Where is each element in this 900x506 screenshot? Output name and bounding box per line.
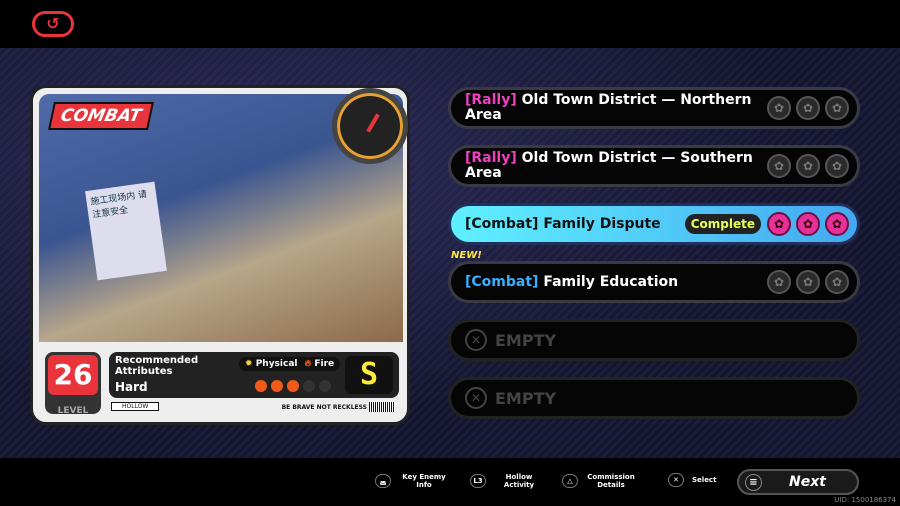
commission-tag: [Rally] <box>465 150 517 166</box>
attribute-physical: Physical <box>255 359 298 369</box>
reward-medal-icon: ✿ <box>767 154 791 178</box>
hint-2[interactable]: △ Commission Details <box>562 473 636 489</box>
difficulty-dot <box>319 380 331 392</box>
physical-icon: ✹ <box>245 359 253 369</box>
level-badge: 26 LEVEL <box>45 352 101 416</box>
attributes: ✹ Physical 🔥︎ Fire <box>239 357 341 371</box>
reward-medal-icon: ✿ <box>796 270 820 294</box>
rank-badge: S <box>345 356 393 394</box>
commission-tag: [Combat] <box>465 215 539 232</box>
footer: ◛ Key Enemy Info L3 Hollow Activity △ Commiss… <box>0 458 900 506</box>
info-panel: 26 LEVEL Recommended Attributes Hard ✹ P… <box>39 346 403 420</box>
back-arrow-icon: ↺ <box>46 14 60 33</box>
next-label: Next <box>789 474 826 490</box>
commission-tag: [Rally] <box>465 92 517 108</box>
controller-button-icon: L3 <box>470 474 486 488</box>
commission-item[interactable]: NEW! [Combat] Family Education ✿ ✿ ✿ <box>448 250 860 303</box>
hint-3[interactable]: ✕ Select <box>668 473 717 487</box>
difficulty-dot <box>287 380 299 392</box>
reward-medal-icon: ✿ <box>796 212 820 236</box>
gauge-icon <box>332 88 408 164</box>
reward-medal-icon: ✿ <box>796 96 820 120</box>
back-button[interactable]: ↺ <box>32 11 74 37</box>
commission-list: [Rally] Old Town District — Northern Are… <box>448 87 860 435</box>
controller-button-icon: ◛ <box>375 474 391 488</box>
rewards: ✿ ✿ ✿ <box>767 270 849 294</box>
commission-item[interactable]: [Rally] Old Town District — Northern Are… <box>448 87 860 129</box>
rewards: ✿ ✿ ✿ <box>767 212 849 236</box>
commission-name: Family Dispute <box>543 215 661 232</box>
commission-item[interactable]: ✕ EMPTY <box>448 319 860 361</box>
commission-title: [Combat] Family Dispute <box>465 215 685 232</box>
complete-badge: Complete <box>684 214 761 234</box>
commission-name: Family Education <box>543 273 679 290</box>
difficulty-dot <box>303 380 315 392</box>
empty-x-icon: ✕ <box>465 329 487 351</box>
commission-item[interactable]: [Rally] Old Town District — Southern Are… <box>448 145 860 187</box>
hint-label: Key Enemy Info <box>402 473 446 489</box>
controller-button-icon: ✕ <box>668 473 684 487</box>
reward-medal-icon: ✿ <box>767 96 791 120</box>
difficulty-label: Hard <box>115 380 148 394</box>
commission-tag: [Combat] <box>465 273 539 290</box>
hint-label: Commission Details <box>587 473 635 489</box>
reward-medal-icon: ✿ <box>767 212 791 236</box>
commission-title: [Rally] Old Town District — Southern Are… <box>465 151 767 181</box>
construction-sign: 施工现场内 请注意安全 <box>85 181 167 281</box>
commission-title: EMPTY <box>495 388 557 408</box>
fire-icon: 🔥︎ <box>304 359 312 369</box>
controller-button-icon: △ <box>562 474 578 488</box>
hint-label: Hollow Activity <box>503 473 535 489</box>
hollow-label: HOLLOW <box>111 402 160 411</box>
reward-medal-icon: ✿ <box>825 270 849 294</box>
reward-medal-icon: ✿ <box>825 212 849 236</box>
rewards: ✿ ✿ ✿ <box>767 96 849 120</box>
rewards: ✿ ✿ ✿ <box>767 154 849 178</box>
difficulty-dots <box>255 380 331 392</box>
reward-medal-icon: ✿ <box>796 154 820 178</box>
uid: UID: 1500186374 <box>834 496 896 504</box>
recommended-box: Recommended Attributes Hard ✹ Physical 🔥… <box>109 352 399 398</box>
reward-medal-icon: ✿ <box>767 270 791 294</box>
attribute-fire: Fire <box>314 359 335 369</box>
menu-icon: ≡ <box>745 474 762 491</box>
commission-item[interactable]: ✕ EMPTY <box>448 377 860 419</box>
hint-label: Select <box>692 476 717 484</box>
reward-medal-icon: ✿ <box>825 154 849 178</box>
barcode <box>369 402 395 412</box>
combat-tag: COMBAT <box>48 102 154 130</box>
difficulty-dot <box>255 380 267 392</box>
commission-title: [Rally] Old Town District — Northern Are… <box>465 93 767 123</box>
recommended-label: Recommended Attributes <box>115 355 199 377</box>
level-number: 26 <box>48 355 98 395</box>
commission-item[interactable]: [Combat] Family Dispute Complete ✿ ✿ ✿ <box>448 203 860 245</box>
commission-title: [Combat] Family Education <box>465 273 767 290</box>
top-bar: ↺ <box>0 0 900 48</box>
hint-1[interactable]: L3 Hollow Activity <box>470 473 544 489</box>
level-label: LEVEL <box>57 406 89 416</box>
commission-title: EMPTY <box>495 330 557 350</box>
reward-medal-icon: ✿ <box>825 96 849 120</box>
brave-label: BE BRAVE NOT RECKLESS <box>281 404 367 411</box>
empty-x-icon: ✕ <box>465 387 487 409</box>
difficulty-dot <box>271 380 283 392</box>
new-badge: NEW! <box>451 250 482 261</box>
hint-0[interactable]: ◛ Key Enemy Info <box>375 473 449 489</box>
next-button[interactable]: ≡ Next <box>737 469 859 495</box>
